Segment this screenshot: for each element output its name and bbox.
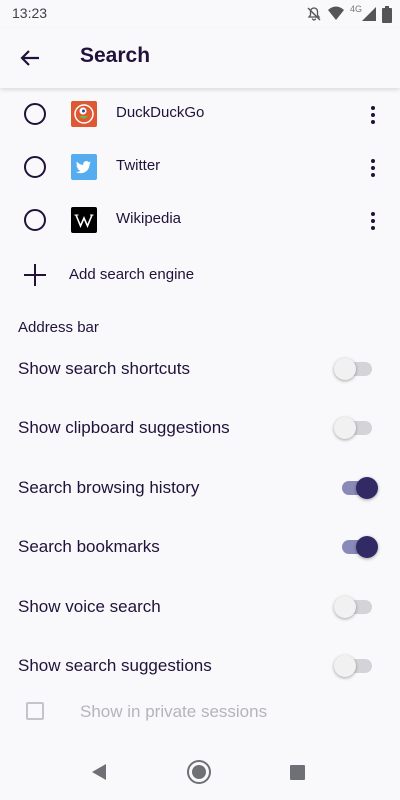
setting-label: Search bookmarks — [18, 537, 160, 556]
more-options-icon[interactable] — [362, 155, 384, 181]
setting-label: Show in private sessions — [80, 702, 268, 721]
twitter-logo — [71, 154, 97, 180]
network-type: 4G — [349, 4, 362, 14]
status-bar: 13:23 4G — [0, 0, 400, 28]
plus-icon — [24, 264, 46, 286]
setting-show-clipboard-suggestions[interactable]: Show clipboard suggestions — [0, 400, 400, 456]
setting-label: Show search suggestions — [18, 656, 212, 675]
toggle-switch[interactable] — [334, 416, 378, 440]
setting-label: Show voice search — [18, 597, 161, 616]
setting-search-browsing-history[interactable]: Search browsing history — [0, 460, 400, 516]
more-options-icon[interactable] — [362, 208, 384, 234]
wikipedia-logo — [71, 207, 97, 233]
system-nav-bar — [0, 740, 400, 800]
status-time: 13:23 — [12, 5, 48, 21]
toggle-switch[interactable] — [334, 654, 378, 678]
wifi-icon — [327, 6, 345, 22]
cell-signal-icon — [361, 6, 377, 22]
setting-label: Show clipboard suggestions — [18, 418, 230, 437]
search-engine-row-duckduckgo[interactable]: DuckDuckGo — [0, 88, 400, 141]
nav-recents-icon[interactable] — [290, 765, 305, 780]
more-options-icon[interactable] — [362, 102, 384, 128]
checkbox — [26, 702, 44, 720]
radio-button[interactable] — [24, 209, 46, 231]
toggle-switch[interactable] — [334, 535, 378, 559]
radio-button[interactable] — [24, 156, 46, 178]
battery-icon — [382, 5, 392, 23]
toggle-switch[interactable] — [334, 357, 378, 381]
radio-button[interactable] — [24, 103, 46, 125]
toggle-switch[interactable] — [334, 476, 378, 500]
search-engine-row-wikipedia[interactable]: Wikipedia — [0, 194, 400, 247]
setting-show-search-shortcuts[interactable]: Show search shortcuts — [0, 341, 400, 397]
add-search-engine-button[interactable]: Add search engine — [0, 248, 400, 300]
engine-name: Wikipedia — [116, 210, 182, 227]
notifications-off-icon — [306, 6, 322, 22]
add-search-engine-label: Add search engine — [69, 266, 195, 283]
engine-name: Twitter — [116, 157, 161, 174]
page-title: Search — [80, 44, 151, 67]
setting-show-voice-search[interactable]: Show voice search — [0, 579, 400, 635]
setting-label: Show search shortcuts — [18, 359, 190, 378]
section-header-address-bar: Address bar — [18, 319, 99, 336]
back-button[interactable] — [14, 44, 46, 72]
settings-content[interactable]: DuckDuckGo Twitter Wikipedia Add search … — [0, 88, 400, 740]
nav-back-icon[interactable] — [90, 762, 108, 787]
arrow-left-icon — [20, 50, 39, 66]
setting-search-bookmarks[interactable]: Search bookmarks — [0, 519, 400, 575]
search-engine-row-twitter[interactable]: Twitter — [0, 141, 400, 194]
app-bar: Search — [0, 28, 400, 88]
status-icons: 4G — [306, 4, 392, 24]
duckduckgo-logo — [71, 101, 97, 127]
nav-home-icon[interactable] — [187, 760, 211, 784]
setting-show-in-private-sessions: Show in private sessions — [0, 686, 400, 740]
engine-name: DuckDuckGo — [116, 104, 205, 121]
toggle-switch[interactable] — [334, 595, 378, 619]
setting-label: Search browsing history — [18, 478, 200, 497]
